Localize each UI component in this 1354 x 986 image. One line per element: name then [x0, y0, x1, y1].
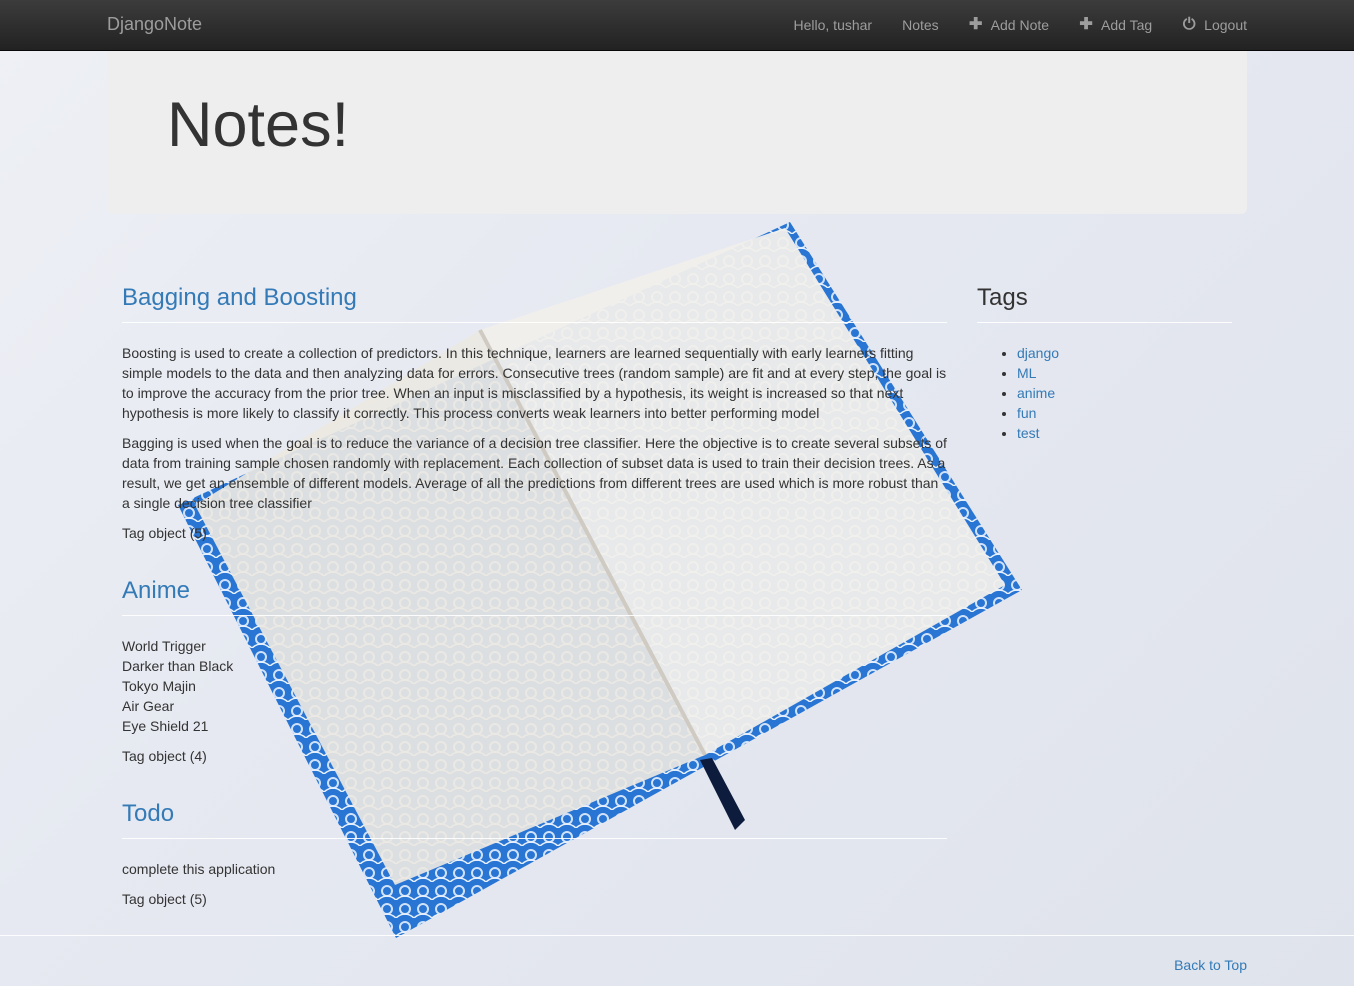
jumbotron: Notes! — [107, 51, 1247, 214]
note-title-link[interactable]: Todo — [122, 800, 174, 827]
note-title[interactable]: Bagging and Boosting — [122, 280, 947, 323]
note-line: Air Gear — [122, 698, 175, 714]
add-tag-label: Add Tag — [1101, 17, 1153, 33]
notes-list: Bagging and Boosting Boosting is used to… — [122, 280, 947, 939]
note-card: Todo complete this application Tag objec… — [122, 796, 947, 909]
note-tag: Tag object (5) — [122, 525, 207, 541]
top-navbar: DjangoNote Hello, tushar Notes ✚ Add Not… — [0, 0, 1354, 51]
note-title[interactable]: Anime — [122, 573, 947, 616]
add-tag-link[interactable]: ✚ Add Tag — [1079, 16, 1153, 34]
tag-link-fun[interactable]: fun — [1017, 405, 1036, 421]
note-line: World Trigger — [122, 638, 206, 654]
note-line: Darker than Black — [122, 658, 234, 674]
plus-icon: ✚ — [1079, 16, 1093, 33]
footer-divider — [0, 935, 1354, 936]
note-title-link[interactable]: Anime — [122, 577, 190, 604]
tag-item: anime — [1017, 383, 1232, 403]
note-body: Boosting is used to create a collection … — [122, 343, 947, 513]
note-card: Anime World Trigger Darker than Black To… — [122, 573, 947, 766]
logout-label: Logout — [1204, 17, 1247, 33]
note-line: Tokyo Majin — [122, 678, 196, 694]
logout-link[interactable]: ⏻ Logout — [1182, 16, 1247, 34]
tag-item: django — [1017, 343, 1232, 363]
note-line: complete this application — [122, 861, 276, 877]
tag-item: ML — [1017, 363, 1232, 383]
tag-link-ml[interactable]: ML — [1017, 365, 1036, 381]
note-tag: Tag object (5) — [122, 891, 207, 907]
tag-list: django ML anime fun test — [977, 343, 1232, 443]
note-paragraph: Boosting is used to create a collection … — [122, 345, 947, 421]
add-note-label: Add Note — [990, 17, 1050, 33]
notes-link[interactable]: Notes — [902, 17, 939, 33]
sidebar-title: Tags — [977, 280, 1232, 323]
note-card: Bagging and Boosting Boosting is used to… — [122, 280, 947, 543]
note-title[interactable]: Todo — [122, 796, 947, 839]
tags-sidebar: Tags django ML anime fun test — [977, 280, 1232, 443]
tag-item: fun — [1017, 403, 1232, 423]
nav-links: Hello, tushar Notes ✚ Add Note ✚ Add Tag… — [764, 0, 1248, 50]
tag-link-test[interactable]: test — [1017, 425, 1040, 441]
greeting-link[interactable]: Hello, tushar — [794, 17, 873, 33]
note-title-link[interactable]: Bagging and Boosting — [122, 284, 357, 311]
tag-item: test — [1017, 423, 1232, 443]
back-to-top-link[interactable]: Back to Top — [1174, 957, 1247, 973]
note-body: complete this application — [122, 859, 947, 879]
tag-link-anime[interactable]: anime — [1017, 385, 1055, 401]
add-note-link[interactable]: ✚ Add Note — [968, 16, 1050, 34]
plus-icon: ✚ — [968, 16, 983, 33]
note-paragraph: Bagging is used when the goal is to redu… — [122, 435, 947, 511]
note-tag: Tag object (4) — [122, 748, 207, 764]
brand-link[interactable]: DjangoNote — [107, 14, 202, 35]
note-line: Eye Shield 21 — [122, 718, 209, 734]
note-body: World Trigger Darker than Black Tokyo Ma… — [122, 636, 947, 736]
power-icon: ⏻ — [1182, 16, 1196, 33]
page-title: Notes! — [167, 90, 350, 160]
tag-link-django[interactable]: django — [1017, 345, 1059, 361]
